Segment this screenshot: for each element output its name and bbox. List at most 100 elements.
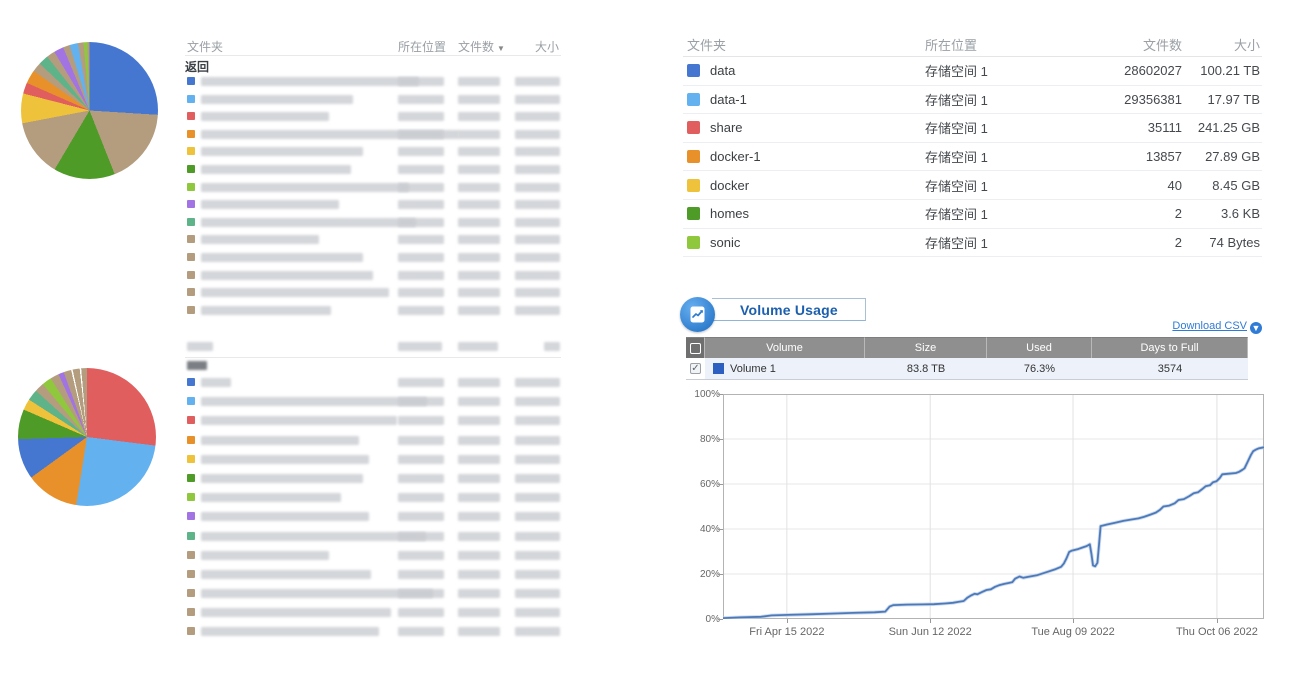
redacted-text xyxy=(458,288,500,297)
folder-row-data[interactable]: data存储空间 128602027100.21 TB xyxy=(683,57,1262,86)
redacted-folder-row[interactable] xyxy=(185,231,561,249)
redacted-folder-row[interactable] xyxy=(185,302,561,320)
table-header-row-redacted xyxy=(185,337,561,358)
back-link-redacted[interactable] xyxy=(185,358,561,374)
redacted-folder-row[interactable] xyxy=(185,108,561,126)
folder-row-sonic[interactable]: sonic存储空间 1274 Bytes xyxy=(683,229,1262,258)
volume-name-cell: Volume 1 xyxy=(705,358,865,379)
redacted-text xyxy=(398,306,444,315)
redacted-folder-row[interactable] xyxy=(185,528,561,547)
x-axis-tick xyxy=(930,619,931,623)
folder-size: 241.25 GB xyxy=(1182,120,1262,135)
folder-name-cell: data xyxy=(683,63,925,78)
redacted-folder-row[interactable] xyxy=(185,143,561,161)
folder-name: docker xyxy=(710,178,749,193)
header-filecount-sorted[interactable]: 文件数▼ xyxy=(458,38,505,55)
download-csv-label[interactable]: Download CSV xyxy=(1172,320,1247,332)
back-link[interactable]: 返回 xyxy=(185,56,561,73)
folder-row-data-1[interactable]: data-1存储空间 12935638117.97 TB xyxy=(683,86,1262,115)
header-size[interactable]: Size xyxy=(865,337,987,358)
folder-color-swatch xyxy=(187,436,195,444)
redacted-folder-row[interactable] xyxy=(185,623,561,642)
redacted-folder-row[interactable] xyxy=(185,374,561,393)
header-size[interactable]: 大小 xyxy=(1182,35,1262,54)
y-axis-tick xyxy=(718,619,723,620)
redacted-text xyxy=(398,378,444,387)
volume-usage-chart-icon xyxy=(680,297,715,332)
redacted-text xyxy=(458,570,500,579)
pie-chart-bottom[interactable] xyxy=(18,368,156,506)
redacted-folder-row[interactable] xyxy=(185,432,561,451)
redacted-folder-row[interactable] xyxy=(185,451,561,470)
redacted-folder-row[interactable] xyxy=(185,412,561,431)
redacted-folder-row[interactable] xyxy=(185,393,561,412)
redacted-folder-row[interactable] xyxy=(185,161,561,179)
redacted-text xyxy=(201,112,329,121)
redacted-folder-row[interactable] xyxy=(185,284,561,302)
row-checkbox-checked[interactable]: ✓ xyxy=(690,363,701,374)
folder-location: 存储空间 1 xyxy=(925,118,1080,137)
series-halo xyxy=(723,447,1264,618)
redacted-text xyxy=(458,627,500,636)
header-folder[interactable]: 文件夹 xyxy=(683,35,925,54)
x-axis-label: Sun Jun 12 2022 xyxy=(889,626,972,638)
storage-analyzer-report: 文件夹 所在位置 文件数▼ 大小 返回 文件夹 所在位置 文件数 大小 data… xyxy=(0,0,1300,686)
folder-color-swatch xyxy=(187,608,195,616)
redacted-text xyxy=(398,397,444,406)
redacted-folder-row[interactable] xyxy=(185,566,561,585)
header-location[interactable]: 所在位置 xyxy=(398,38,446,55)
redacted-folder-row[interactable] xyxy=(185,267,561,285)
redacted-folder-row[interactable] xyxy=(185,91,561,109)
header-days-to-full[interactable]: Days to Full xyxy=(1092,337,1248,358)
redacted-folder-row[interactable] xyxy=(185,214,561,232)
redacted-folder-row[interactable] xyxy=(185,249,561,267)
folder-color-swatch xyxy=(187,378,195,386)
redacted-text xyxy=(515,77,560,86)
volume-row[interactable]: ✓ Volume 1 83.8 TB 76.3% 3574 xyxy=(686,358,1248,379)
header-size[interactable]: 大小 xyxy=(535,38,559,55)
redacted-text xyxy=(515,608,560,617)
redacted-text xyxy=(458,271,500,280)
header-volume[interactable]: Volume xyxy=(705,337,865,358)
folder-color-swatch xyxy=(187,627,195,635)
download-csv-link[interactable]: Download CSV▼ xyxy=(1150,320,1262,334)
redacted-text xyxy=(515,532,560,541)
header-location[interactable]: 所在位置 xyxy=(925,35,1080,54)
x-axis-tick xyxy=(1217,619,1218,623)
redacted-folder-row[interactable] xyxy=(185,126,561,144)
redacted-folder-row[interactable] xyxy=(185,489,561,508)
redacted-folder-row[interactable] xyxy=(185,585,561,604)
folder-color-swatch xyxy=(187,589,195,597)
header-folder[interactable]: 文件夹 xyxy=(187,38,223,55)
row-checkbox-cell[interactable]: ✓ xyxy=(686,358,705,379)
header-used[interactable]: Used xyxy=(987,337,1092,358)
redacted-folder-row[interactable] xyxy=(185,196,561,214)
folder-row-docker-1[interactable]: docker-1存储空间 11385727.89 GB xyxy=(683,143,1262,172)
folder-row-share[interactable]: share存储空间 135111241.25 GB xyxy=(683,114,1262,143)
pie-chart-top[interactable] xyxy=(21,42,158,179)
redacted-folder-row[interactable] xyxy=(185,470,561,489)
folder-name-cell: share xyxy=(683,120,925,135)
redacted-text xyxy=(201,271,373,280)
folder-name-cell: homes xyxy=(683,206,925,221)
redacted-text xyxy=(201,218,416,227)
folder-row-docker[interactable]: docker存储空间 1408.45 GB xyxy=(683,171,1262,200)
select-all-checkbox[interactable] xyxy=(690,343,701,354)
redacted-text xyxy=(515,147,560,156)
folder-row-homes[interactable]: homes存储空间 123.6 KB xyxy=(683,200,1262,229)
redacted-text xyxy=(515,436,560,445)
select-all-checkbox-cell[interactable] xyxy=(686,337,705,358)
redacted-folder-row[interactable] xyxy=(185,547,561,566)
folder-name: homes xyxy=(710,206,749,221)
redacted-text xyxy=(398,112,444,121)
redacted-text xyxy=(458,493,500,502)
redacted-text xyxy=(458,608,500,617)
redacted-folder-row[interactable] xyxy=(185,604,561,623)
section-title: Volume Usage xyxy=(712,302,838,318)
redacted-text xyxy=(201,95,353,104)
redacted-text xyxy=(515,474,560,483)
redacted-folder-row[interactable] xyxy=(185,73,561,91)
redacted-folder-row[interactable] xyxy=(185,179,561,197)
header-filecount[interactable]: 文件数 xyxy=(1080,35,1182,54)
redacted-folder-row[interactable] xyxy=(185,508,561,527)
